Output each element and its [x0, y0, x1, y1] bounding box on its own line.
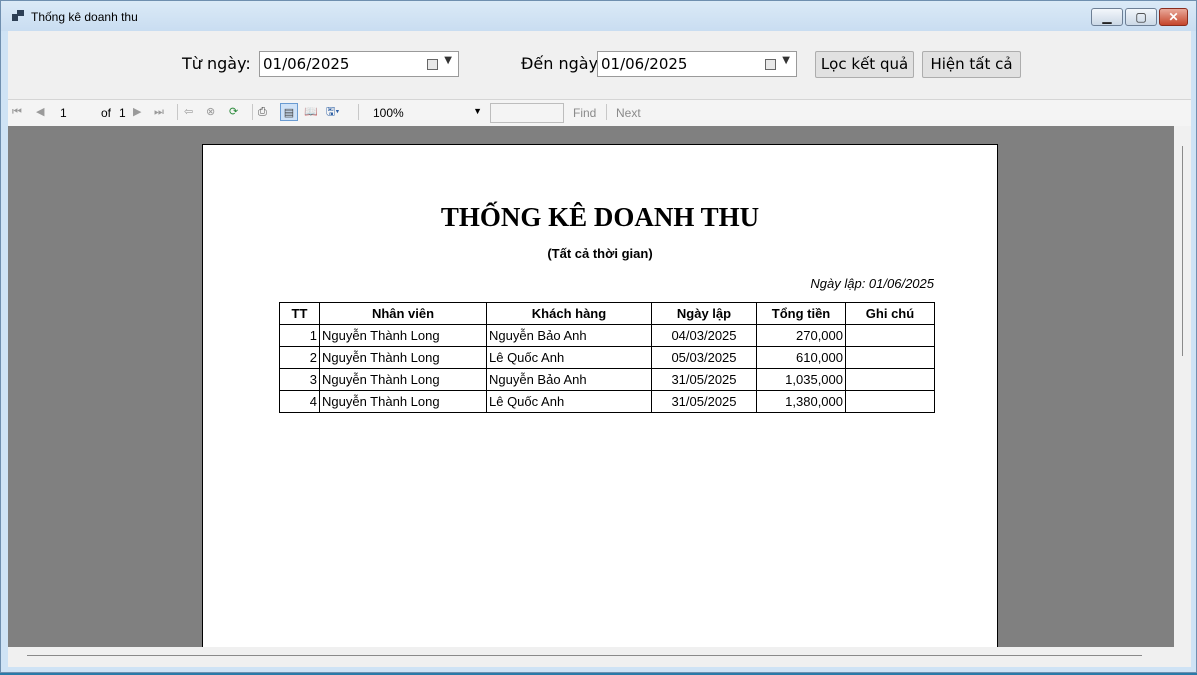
print-icon[interactable]: ⎙ [258, 103, 267, 121]
page-total-label: 1 [119, 106, 126, 120]
cell-note [845, 346, 935, 369]
cell-date: 31/05/2025 [651, 368, 757, 391]
cell-employee: Nguyễn Thành Long [319, 324, 487, 347]
from-date-picker[interactable]: 01/06/2025 ▼ [259, 51, 459, 77]
cell-total: 1,380,000 [756, 390, 846, 413]
refresh-icon[interactable]: ⟳ [229, 103, 238, 121]
cell-employee: Nguyễn Thành Long [319, 368, 487, 391]
to-date-label: Đến ngày: [521, 54, 603, 73]
page-number-input[interactable]: 1 [60, 106, 67, 120]
show-all-button[interactable]: Hiện tất cả [922, 51, 1021, 78]
cell-tt: 4 [279, 390, 320, 413]
table-row: 2 Nguyễn Thành Long Lê Quốc Anh 05/03/20… [279, 346, 935, 369]
column-header: Ghi chú [845, 302, 935, 325]
maximize-button[interactable]: ▢ [1125, 8, 1157, 26]
export-icon[interactable]: 🖫▾ [326, 103, 339, 121]
prev-page-icon[interactable]: ◀ [36, 103, 44, 121]
report-subtitle: (Tất cả thời gian) [547, 246, 653, 261]
title-bar: Thống kê doanh thu ▁ ▢ ✕ [1, 1, 1196, 31]
scroll-thumb[interactable] [27, 655, 1142, 656]
minimize-button[interactable]: ▁ [1091, 8, 1123, 26]
toolbar-separator [606, 104, 607, 120]
table-row: 3 Nguyễn Thành Long Nguyễn Bảo Anh 31/05… [279, 368, 935, 391]
cell-customer: Lê Quốc Anh [486, 390, 652, 413]
next-page-icon[interactable]: ▶ [133, 103, 141, 121]
toolbar-separator [252, 104, 253, 120]
to-date-picker[interactable]: 01/06/2025 ▼ [597, 51, 797, 77]
toolbar-separator [358, 104, 359, 120]
from-date-label: Từ ngày: [182, 54, 251, 73]
report-toolbar: ⏮ ◀ 1 of 1 ▶ ⏭ ⇦ ⊗ ⟳ ⎙ ▤ 📖 🖫▾ 100% ▼ Fin… [8, 99, 1191, 127]
cell-employee: Nguyễn Thành Long [319, 346, 487, 369]
filter-button[interactable]: Lọc kết quả [815, 51, 914, 78]
print-layout-icon[interactable]: ▤ [280, 103, 298, 121]
column-header: Nhân viên [319, 302, 487, 325]
dropdown-icon: ▼ [444, 55, 452, 66]
column-header: Ngày lập [651, 302, 757, 325]
toolbar-separator [177, 104, 178, 120]
page-of-label: of [101, 106, 112, 120]
stop-icon[interactable]: ⊗ [206, 103, 215, 121]
app-icon [12, 10, 24, 22]
report-title: THỐNG KÊ DOANH THU [440, 202, 760, 232]
column-header: TT [279, 302, 320, 325]
report-created-date: Ngày lập: 01/06/2025 [810, 276, 934, 291]
cell-date: 04/03/2025 [651, 324, 757, 347]
column-header: Tổng tiền [756, 302, 846, 325]
close-button[interactable]: ✕ [1159, 8, 1188, 26]
find-input[interactable] [490, 103, 564, 123]
report-page: THỐNG KÊ DOANH THU (Tất cả thời gian) Ng… [202, 144, 998, 647]
zoom-value: 100% [373, 106, 404, 120]
report-table: TT Nhân viên Khách hàng Ngày lập Tổng ti… [279, 302, 935, 413]
report-viewer: THỐNG KÊ DOANH THU (Tất cả thời gian) Ng… [8, 126, 1174, 647]
cell-date: 31/05/2025 [651, 390, 757, 413]
zoom-select[interactable]: 100% ▼ [364, 104, 484, 122]
cell-customer: Nguyễn Bảo Anh [486, 368, 652, 391]
window: Thống kê doanh thu ▁ ▢ ✕ Từ ngày: 01/06/… [0, 0, 1197, 673]
cell-customer: Nguyễn Bảo Anh [486, 324, 652, 347]
client-area: Từ ngày: 01/06/2025 ▼ Đến ngày: 01/06/20… [8, 31, 1191, 667]
cell-tt: 2 [279, 346, 320, 369]
table-header-row: TT Nhân viên Khách hàng Ngày lập Tổng ti… [279, 302, 935, 325]
cell-total: 610,000 [756, 346, 846, 369]
table-row: 4 Nguyễn Thành Long Lê Quốc Anh 31/05/20… [279, 390, 935, 413]
column-header: Khách hàng [486, 302, 652, 325]
cell-note [845, 324, 935, 347]
page-setup-icon[interactable]: 📖 [304, 103, 318, 121]
from-date-value: 01/06/2025 [263, 55, 350, 73]
vertical-scrollbar[interactable] [1174, 126, 1191, 647]
to-date-value: 01/06/2025 [601, 55, 688, 73]
cell-date: 05/03/2025 [651, 346, 757, 369]
window-title: Thống kê doanh thu [31, 10, 138, 24]
cell-tt: 1 [279, 324, 320, 347]
cell-note [845, 390, 935, 413]
cell-note [845, 368, 935, 391]
calendar-icon [427, 59, 438, 70]
cell-employee: Nguyễn Thành Long [319, 390, 487, 413]
minimize-icon: ▁ [1102, 10, 1112, 24]
find-link[interactable]: Find [573, 106, 596, 120]
cell-tt: 3 [279, 368, 320, 391]
dropdown-icon: ▼ [782, 55, 790, 66]
horizontal-scrollbar[interactable] [8, 647, 1191, 667]
back-icon[interactable]: ⇦ [184, 103, 193, 121]
cell-total: 1,035,000 [756, 368, 846, 391]
first-page-icon[interactable]: ⏮ [12, 103, 22, 121]
cell-total: 270,000 [756, 324, 846, 347]
calendar-icon [765, 59, 776, 70]
next-link[interactable]: Next [616, 106, 641, 120]
maximize-icon: ▢ [1135, 10, 1147, 24]
close-icon: ✕ [1168, 10, 1179, 24]
scroll-thumb[interactable] [1182, 146, 1183, 356]
last-page-icon[interactable]: ⏭ [154, 103, 164, 121]
table-row: 1 Nguyễn Thành Long Nguyễn Bảo Anh 04/03… [279, 324, 935, 347]
cell-customer: Lê Quốc Anh [486, 346, 652, 369]
dropdown-icon: ▼ [473, 106, 482, 116]
